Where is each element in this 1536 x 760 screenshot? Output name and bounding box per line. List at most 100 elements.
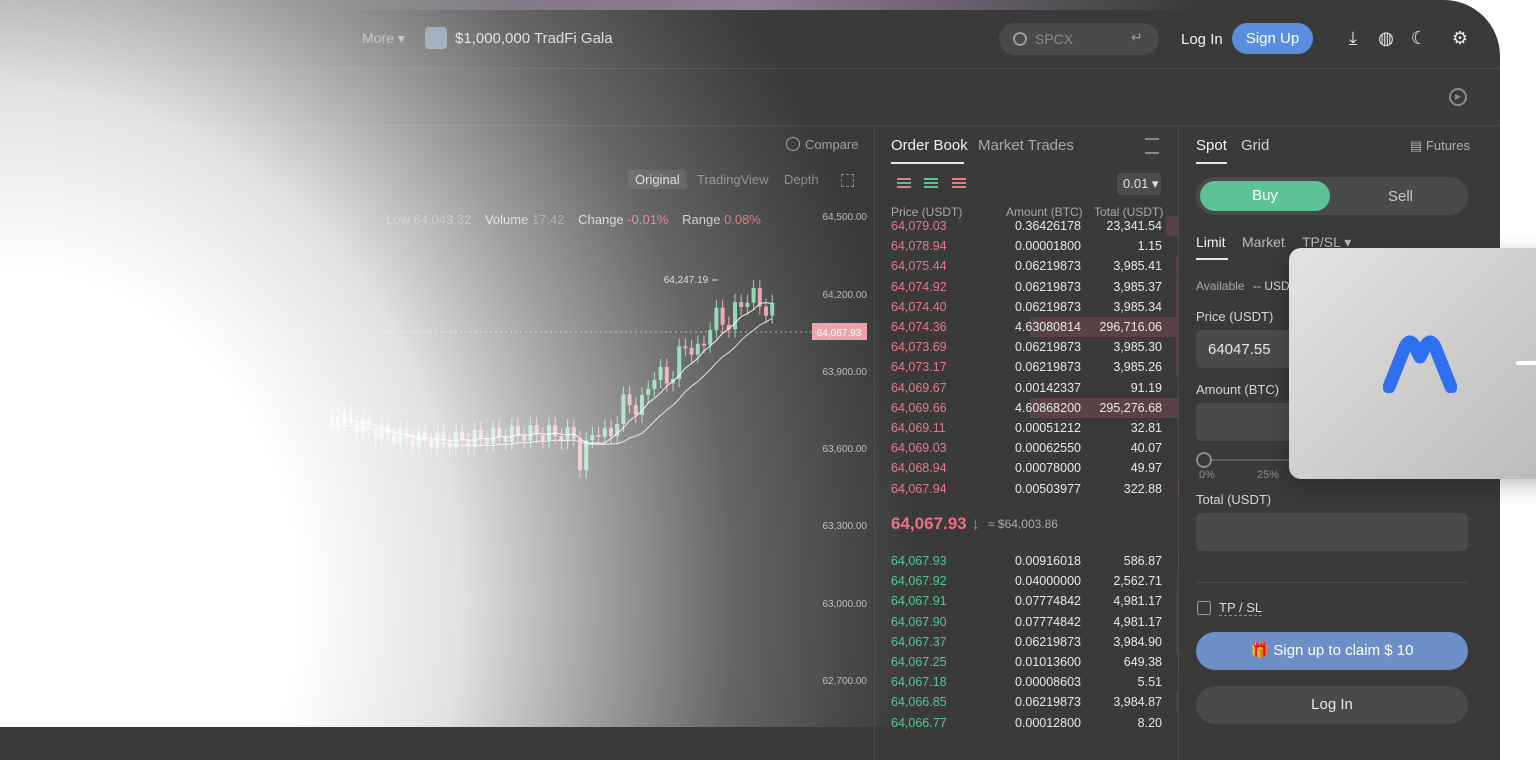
high-annotation: 64,247.19 xyxy=(664,275,709,286)
tab-market-trades[interactable]: Market Trades xyxy=(978,137,1074,154)
candle-body xyxy=(504,437,508,442)
ask-total: 3,985.34 xyxy=(1113,300,1162,314)
bid-price: 64,067.37 xyxy=(891,635,947,649)
view-bids-icon[interactable] xyxy=(924,178,938,190)
search-input[interactable]: SPCX xyxy=(1035,31,1073,47)
price-tick-label: 63,600.00 xyxy=(823,444,868,455)
ask-amount: 0.00142337 xyxy=(1015,381,1081,395)
bid-row[interactable]: 64,067.930.00916018586.87 xyxy=(875,551,1178,571)
candle-body xyxy=(745,303,749,307)
tick-size-select[interactable]: 0.01 ▾ xyxy=(1117,173,1161,195)
tab-order-book[interactable]: Order Book xyxy=(891,137,968,154)
candle-body xyxy=(497,428,501,437)
ask-row[interactable]: 64,079.030.3642617823,341.54 xyxy=(875,216,1178,236)
moon-icon[interactable]: ☾ xyxy=(1409,28,1429,49)
view-both-icon[interactable] xyxy=(897,178,911,190)
promo-link[interactable]: $1,000,000 TradFi Gala xyxy=(455,30,613,47)
price-tick-label: 64,500.00 xyxy=(823,212,868,223)
candle-body xyxy=(578,439,582,471)
globe-icon[interactable]: ◍ xyxy=(1376,28,1396,49)
bid-row[interactable]: 64,067.920.040000002,562.71 xyxy=(875,571,1178,591)
sliders-icon[interactable] xyxy=(1145,138,1159,154)
ask-price: 64,069.67 xyxy=(891,381,947,395)
login-link[interactable]: Log In xyxy=(1181,31,1223,48)
bid-row[interactable]: 64,067.250.01013600649.38 xyxy=(875,652,1178,672)
bid-price: 64,067.92 xyxy=(891,574,947,588)
buy-tab[interactable]: Buy xyxy=(1200,181,1330,211)
more-menu[interactable]: More ▾ xyxy=(362,30,405,47)
bid-row[interactable]: 64,067.180.000086035.51 xyxy=(875,672,1178,692)
candlestick-chart[interactable]: 64,067.93 64,247.19 64,500.0064,200.0063… xyxy=(0,126,873,760)
tpsl-checkbox[interactable] xyxy=(1197,601,1211,615)
signup-button[interactable]: Sign Up xyxy=(1232,23,1313,54)
bid-row[interactable]: 64,067.370.062198733,984.90 xyxy=(875,632,1178,652)
divider xyxy=(1196,582,1468,583)
popup-dash xyxy=(1516,361,1536,365)
ask-total: 40.07 xyxy=(1131,441,1162,455)
login-button[interactable]: Log In xyxy=(1196,686,1468,724)
bid-row[interactable]: 64,066.770.000128008.20 xyxy=(875,713,1178,733)
candle-body xyxy=(342,413,346,426)
ask-amount: 0.00503977 xyxy=(1015,482,1081,496)
candle-body xyxy=(522,436,526,441)
candle-body xyxy=(584,440,588,470)
ask-row[interactable]: 64,069.664.60868200295,276.68 xyxy=(875,398,1178,418)
amount-slider-handle[interactable] xyxy=(1196,452,1212,468)
candle-body xyxy=(609,428,613,436)
order-type-limit[interactable]: Limit xyxy=(1196,234,1226,250)
ask-row[interactable]: 64,068.940.0007800049.97 xyxy=(875,458,1178,478)
candle-body xyxy=(411,439,415,447)
ask-row[interactable]: 64,069.110.0005121232.81 xyxy=(875,418,1178,438)
download-icon[interactable]: ⤓ xyxy=(1343,28,1363,49)
top-navigation-bar: More ▾ $1,000,000 TradFi Gala SPCX ↵ Log… xyxy=(0,0,1500,69)
tab-spot[interactable]: Spot xyxy=(1196,137,1227,154)
promo-icon xyxy=(425,27,447,49)
ask-amount: 0.00062550 xyxy=(1015,441,1081,455)
price-tick-label: 63,000.00 xyxy=(823,599,868,610)
ask-row[interactable]: 64,073.690.062198733,985.30 xyxy=(875,337,1178,357)
bid-total: 649.38 xyxy=(1124,655,1162,669)
ask-price: 64,078.94 xyxy=(891,239,947,253)
candle-body xyxy=(349,413,353,423)
ask-row[interactable]: 64,075.440.062198733,985.41 xyxy=(875,256,1178,276)
price-chart-panel: Compare Original TradingView Depth Low 6… xyxy=(0,126,873,760)
candle-body xyxy=(572,427,576,439)
ask-amount: 0.06219873 xyxy=(1015,280,1081,294)
bid-row[interactable]: 64,067.900.077748424,981.17 xyxy=(875,612,1178,632)
ask-price: 64,074.36 xyxy=(891,320,947,334)
search-box[interactable]: SPCX ↵ xyxy=(999,23,1159,55)
ask-row[interactable]: 64,078.940.000018001.15 xyxy=(875,236,1178,256)
bid-row[interactable]: 64,066.850.062198733,984.87 xyxy=(875,692,1178,712)
signup-claim-button[interactable]: 🎁 Sign up to claim $ 10 xyxy=(1196,632,1468,670)
ask-row[interactable]: 64,069.670.0014233791.19 xyxy=(875,378,1178,398)
order-type-market[interactable]: Market xyxy=(1242,234,1285,250)
candle-body xyxy=(733,302,737,329)
candle-body xyxy=(392,435,396,443)
futures-link[interactable]: ▤ Futures xyxy=(1410,138,1470,154)
ask-row[interactable]: 64,073.170.062198733,985.26 xyxy=(875,357,1178,377)
sell-tab[interactable]: Sell xyxy=(1388,188,1413,205)
play-icon[interactable]: ▶ xyxy=(1449,88,1467,106)
total-label: Total (USDT) xyxy=(1196,492,1271,507)
view-asks-icon[interactable] xyxy=(952,178,966,190)
ask-row[interactable]: 64,074.400.062198733,985.34 xyxy=(875,297,1178,317)
ask-price: 64,069.03 xyxy=(891,441,947,455)
ask-row[interactable]: 64,074.364.63080814296,716.06 xyxy=(875,317,1178,337)
candle-body xyxy=(485,439,489,444)
ask-price: 64,074.92 xyxy=(891,280,947,294)
gear-icon[interactable]: ⚙ xyxy=(1450,28,1470,49)
total-input[interactable] xyxy=(1196,513,1468,551)
candle-body xyxy=(721,308,725,325)
tab-grid[interactable]: Grid xyxy=(1241,137,1269,154)
ask-amount: 0.06219873 xyxy=(1015,340,1081,354)
ask-row[interactable]: 64,074.920.062198733,985.37 xyxy=(875,277,1178,297)
ask-price: 64,068.94 xyxy=(891,461,947,475)
bid-price: 64,067.90 xyxy=(891,615,947,629)
mid-price: 64,067.93 ↓ xyxy=(891,514,980,534)
bid-row[interactable]: 64,067.910.077748424,981.17 xyxy=(875,591,1178,611)
ask-row[interactable]: 64,067.940.00503977322.88 xyxy=(875,479,1178,499)
moving-average-line xyxy=(332,319,772,446)
mid-price-approx: ≈ $64,003.86 xyxy=(988,517,1058,531)
candle-body xyxy=(491,428,495,444)
ask-row[interactable]: 64,069.03 0.00062550 40.07 xyxy=(875,438,1178,458)
